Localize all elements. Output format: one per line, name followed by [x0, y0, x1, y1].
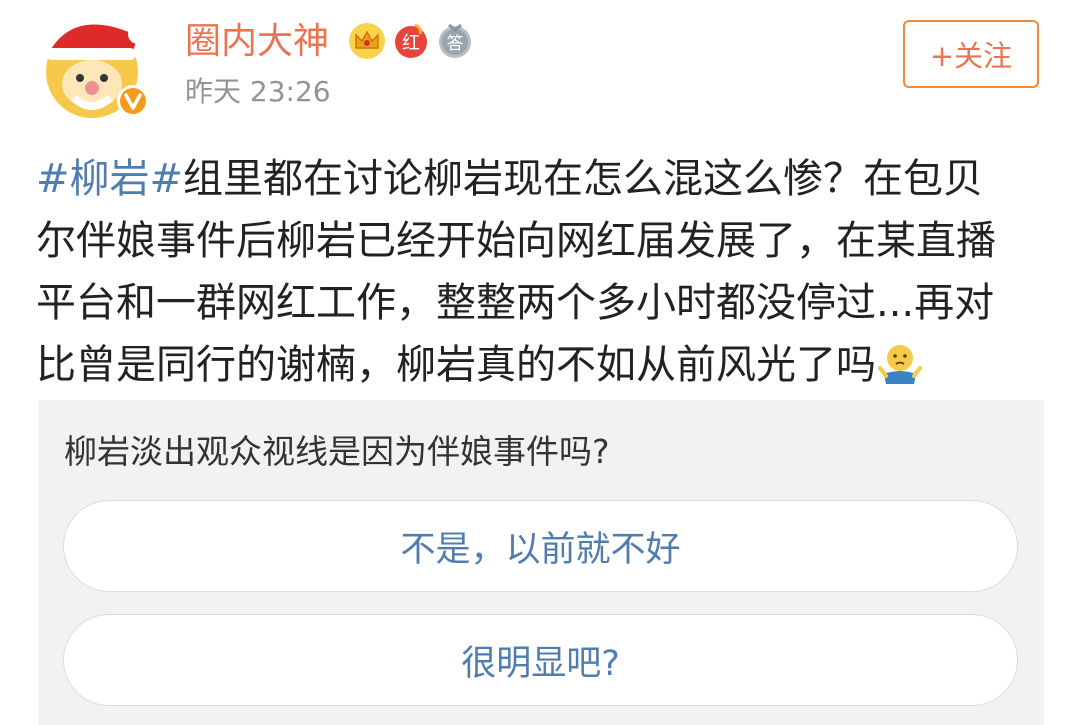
poll-option-1[interactable]: 不是，以前就不好 — [63, 500, 1018, 592]
shrug-emoji-icon — [878, 345, 922, 384]
post-line-3: 平台和一群网红工作，整整两个多小时都没停过...再对 — [36, 280, 995, 326]
poll-card: 柳岩淡出观众视线是因为伴娘事件吗? 不是，以前就不好 很明显吧? — [38, 400, 1044, 725]
crown-icon[interactable] — [348, 22, 386, 60]
hashtag-link[interactable]: #柳岩# — [36, 156, 183, 202]
user-badges: 红 答 — [348, 22, 474, 60]
username[interactable]: 圈内大神 — [185, 20, 329, 64]
red-badge-icon[interactable]: 红 — [392, 22, 430, 60]
red-badge-text: 红 — [402, 33, 420, 54]
post-line-text: 组里都在讨论柳岩现在怎么混这么惨？在包贝 — [183, 156, 984, 202]
follow-button[interactable]: +关注 — [903, 20, 1039, 88]
poll-question: 柳岩淡出观众视线是因为伴娘事件吗? — [64, 432, 610, 471]
poll-option-2[interactable]: 很明显吧? — [63, 614, 1018, 706]
verified-badge-icon — [117, 85, 149, 117]
answer-badge-icon[interactable]: 答 — [436, 22, 474, 60]
post-line-2: 尔伴娘事件后柳岩已经开始向网红届发展了，在某直播 — [36, 218, 996, 264]
post-line-4: 比曾是同行的谢楠，柳岩真的不如从前风光了吗 — [36, 334, 1046, 396]
post-timestamp: 昨天 23:26 — [185, 75, 331, 108]
avatar[interactable] — [34, 14, 154, 120]
post-content: #柳岩#组里都在讨论柳岩现在怎么混这么惨？在包贝 尔伴娘事件后柳岩已经开始向网红… — [36, 148, 1046, 396]
answer-badge-text: 答 — [447, 34, 464, 54]
post-line-1: #柳岩#组里都在讨论柳岩现在怎么混这么惨？在包贝 — [36, 148, 1046, 210]
weibo-post: 圈内大神 红 答 昨天 23:26 +关注 #柳岩#组里都在讨论柳岩现在怎么混这… — [0, 0, 1080, 725]
post-line-text: 比曾是同行的谢楠，柳岩真的不如从前风光了吗 — [36, 342, 876, 388]
